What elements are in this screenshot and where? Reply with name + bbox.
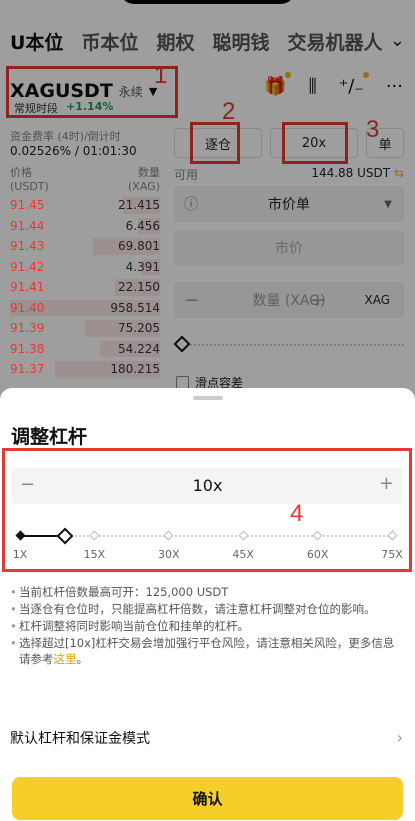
ask-quantity: 4.391 (125, 259, 160, 274)
ask-quantity: 69.801 (118, 239, 160, 254)
ask-price: 91.42 (10, 259, 45, 274)
leverage-notes: 当前杠杆倍数最高可开：125,000 USDT 当逐仓有仓位时，只能提高杠杆倍数… (10, 584, 405, 668)
risk-end: 。 (76, 652, 89, 666)
note-max-position: 当前杠杆倍数最高可开：125,000 USDT (10, 584, 405, 600)
leverage-sheet: 调整杠杆 − 10x + 1X15X30X45X60X75X 当前杠杆倍数最高可… (0, 388, 415, 821)
risk-link[interactable]: 这里 (54, 652, 77, 666)
annotation-box-4 (2, 448, 412, 572)
ask-price: 91.45 (10, 198, 45, 213)
ask-quantity: 958.514 (110, 300, 160, 315)
ask-price: 91.44 (10, 218, 45, 233)
sheet-title: 调整杠杆 (11, 426, 88, 448)
confirm-button[interactable]: 确认 (12, 777, 403, 820)
ask-price: 91.43 (10, 239, 45, 254)
ask-price: 91.37 (10, 362, 45, 377)
note-risk: 选择超过[10x]杠杆交易会增加强行平仓风险，请注意相关风险，更多信息请参考这里… (10, 635, 405, 667)
ask-price: 91.39 (10, 321, 45, 336)
ask-quantity: 6.456 (125, 218, 160, 233)
note-affects-orders: 杠杆调整将同时影响当前仓位和挂单的杠杆。 (10, 618, 405, 634)
ask-price: 91.41 (10, 280, 45, 295)
default-mode-row[interactable]: 默认杠杆和保证金模式 › (10, 728, 405, 752)
sheet-handle[interactable] (193, 396, 223, 400)
ask-price: 91.40 (10, 300, 45, 315)
ask-quantity: 22.150 (118, 280, 160, 295)
ask-quantity: 21.415 (118, 198, 160, 213)
default-mode-label: 默认杠杆和保证金模式 (10, 731, 150, 747)
ask-quantity: 54.224 (118, 341, 160, 356)
ask-price: 91.38 (10, 341, 45, 356)
chevron-right-icon: › (396, 728, 403, 747)
ask-quantity: 180.215 (110, 362, 160, 377)
annotation-4: 4 (290, 500, 304, 527)
note-isolated: 当逐仓有仓位时，只能提高杠杆倍数，请注意杠杆调整对仓位的影响。 (10, 601, 405, 617)
ask-quantity: 75.205 (118, 321, 160, 336)
